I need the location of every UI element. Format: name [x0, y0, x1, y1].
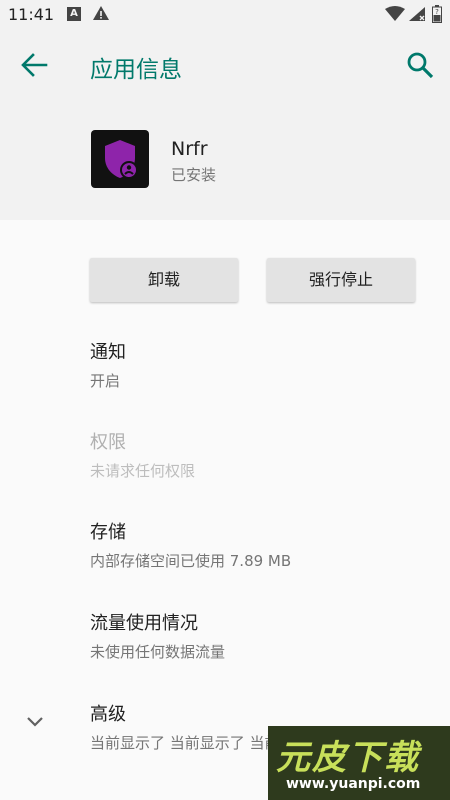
expand-button[interactable] [25, 714, 45, 733]
search-button[interactable] [405, 50, 435, 80]
app-header: Nrfr 已安装 [0, 100, 450, 220]
force-stop-button[interactable]: 强行停止 [267, 258, 415, 302]
item-title: 高级 [90, 704, 126, 725]
item-subtitle: 未请求任何权限 [90, 462, 196, 480]
app-icon [91, 130, 149, 188]
item-title: 存储 [90, 522, 126, 543]
page-title: 应用信息 [90, 57, 182, 83]
permissions-item: 权限 未请求任何权限 [90, 428, 430, 481]
shield-person-icon [105, 140, 138, 179]
signal-icon [408, 6, 426, 26]
battery-icon: ? [432, 5, 442, 27]
app-install-status: 已安装 [171, 166, 217, 184]
storage-item[interactable]: 存储 内部存储空间已使用 7.89 MB [90, 518, 430, 571]
data-usage-item[interactable]: 流量使用情况 未使用任何数据流量 [90, 609, 430, 662]
app-name: Nrfr [171, 138, 208, 160]
item-title: 流量使用情况 [90, 613, 198, 634]
item-subtitle: 开启 [90, 372, 121, 390]
chevron-down-icon [27, 717, 43, 727]
watermark-text: 元皮下载 [276, 738, 420, 778]
notifications-item[interactable]: 通知 开启 [90, 338, 430, 391]
app-bar: 应用信息 [0, 30, 450, 100]
item-subtitle: 未使用任何数据流量 [90, 643, 226, 661]
item-subtitle: 内部存储空间已使用 7.89 MB [90, 552, 292, 570]
arrow-back-icon [21, 53, 48, 77]
svg-text:?: ? [435, 8, 439, 16]
back-button[interactable] [20, 52, 50, 78]
search-icon [407, 52, 434, 79]
status-time: 11:41 [8, 5, 55, 24]
watermark-url: www.yuanpi.com [286, 776, 421, 792]
uninstall-button[interactable]: 卸载 [90, 258, 238, 302]
warning-icon [92, 5, 110, 25]
status-bar: 11:41 A ? [0, 0, 450, 30]
item-title: 通知 [90, 342, 126, 363]
watermark-logo: 元皮下载 www.yuanpi.com [268, 726, 450, 800]
wifi-icon [385, 6, 405, 26]
notification-a-icon: A [67, 7, 81, 21]
item-title: 权限 [90, 432, 126, 453]
